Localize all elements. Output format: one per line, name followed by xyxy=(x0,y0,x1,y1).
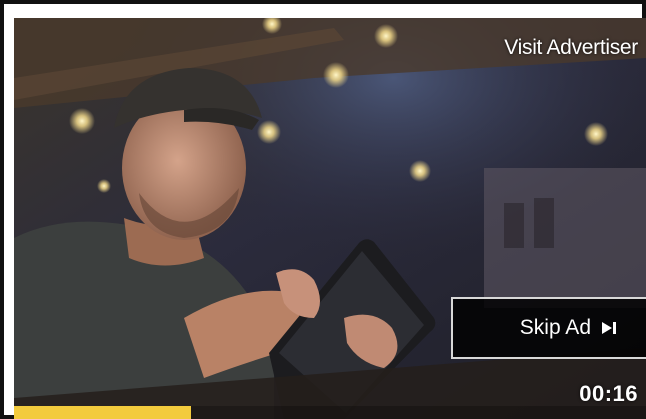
skip-next-icon xyxy=(601,321,617,335)
skip-ad-button[interactable]: Skip Ad xyxy=(451,297,646,359)
visit-advertiser-link[interactable]: Visit Advertiser xyxy=(504,36,638,60)
skip-ad-label: Skip Ad xyxy=(519,316,591,339)
ad-time-remaining: 00:16 xyxy=(579,381,638,406)
ad-progress-bar xyxy=(14,406,646,419)
ad-player-frame: Visit Advertiser Skip Ad 00:16 xyxy=(0,0,646,419)
ad-video[interactable]: Visit Advertiser Skip Ad 00:16 xyxy=(14,18,646,419)
ad-progress-fill xyxy=(14,406,191,419)
